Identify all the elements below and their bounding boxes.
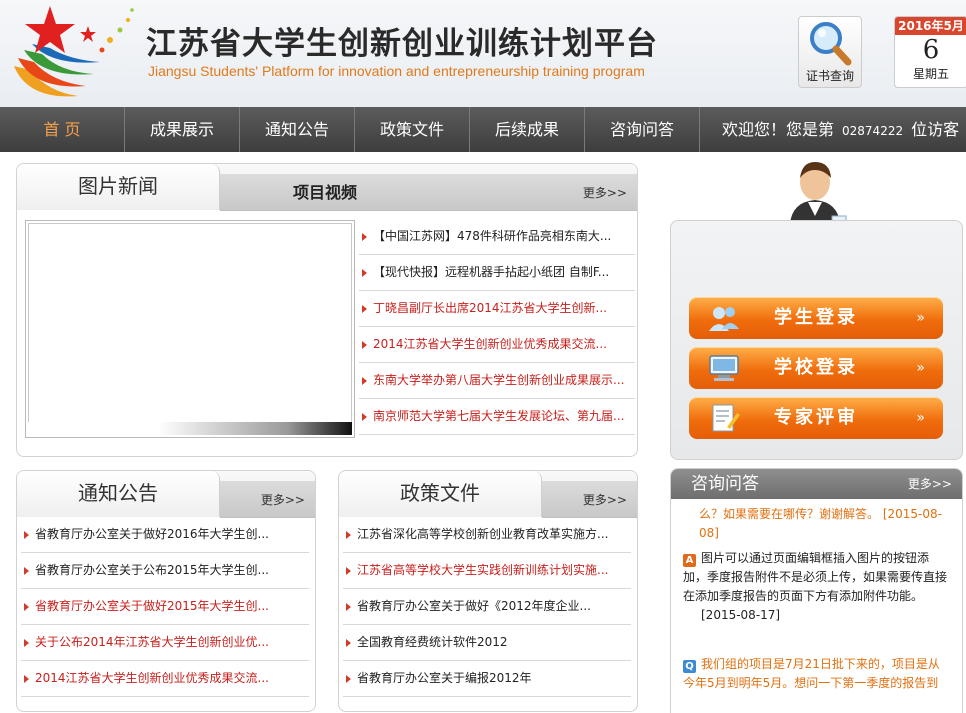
notice-title[interactable]: 通知公告 — [17, 471, 220, 517]
policy-item[interactable]: 省教育厅办公室关于做好《2012年度企业... — [343, 589, 631, 625]
news-item[interactable]: 丁晓昌副厅长出席2014江苏省大学生创新... — [359, 291, 635, 327]
policy-panel: 政策文件 更多>> 江苏省深化高等学校创新创业教育改革实施方... 江苏省高等学… — [338, 470, 638, 712]
date-month: 2016年5月 — [895, 17, 966, 35]
qa-question-text[interactable]: 么？如果需要在哪传？谢谢解答。 [2015-08-08] — [683, 505, 949, 543]
welcome-suffix: 位访客 — [911, 120, 960, 139]
policy-more-link[interactable]: 更多>> — [583, 483, 627, 517]
notice-item[interactable]: 省教育厅办公室关于做好2015年大学生创... — [21, 589, 309, 625]
qa-more-link[interactable]: 更多>> — [908, 469, 952, 499]
news-tab-bar — [220, 174, 637, 211]
qa-answer-text: 图片可以通过页面编辑框插入图片的按钮添加，季度报告附件不是必须上传，如果需要传直… — [683, 551, 948, 603]
nav-home[interactable]: 首 页 — [0, 107, 124, 152]
notice-more-link[interactable]: 更多>> — [261, 483, 305, 517]
certificate-query-button[interactable]: 证书查询 — [798, 16, 862, 88]
news-item[interactable]: 【现代快报】远程机器手拈起小纸团 自制F... — [359, 255, 635, 291]
news-panel: 图片新闻 项目视频 更多>> 【中国江苏网】478件科研作品亮相东南大... 【… — [16, 163, 638, 457]
tab-project-video[interactable]: 项目视频 — [293, 176, 357, 210]
photo-news-slideshow[interactable] — [25, 220, 355, 438]
policy-title[interactable]: 政策文件 — [339, 471, 542, 517]
nav-policies[interactable]: 政策文件 — [355, 107, 469, 152]
qa-header: 咨询问答 更多>> — [671, 469, 962, 499]
news-item[interactable]: 【中国江苏网】478件科研作品亮相东南大... — [359, 219, 635, 255]
qa-question-text: 我们组的项目是7月21日批下来的，项目是从今年5月到明年5月。想问一下第一季度的… — [683, 657, 940, 690]
policy-item[interactable]: 省教育厅办公室关于编报2012年 — [343, 661, 631, 697]
policy-item[interactable]: 全国教育经费统计软件2012 — [343, 625, 631, 661]
certificate-query-label: 证书查询 — [805, 69, 854, 83]
date-day: 6 — [922, 35, 940, 65]
school-login-button[interactable]: 学校登录 » — [689, 347, 943, 389]
nav-consult[interactable]: 咨询问答 — [585, 107, 699, 152]
slideshow-caption-bar — [28, 422, 352, 435]
student-login-label: 学生登录 — [774, 307, 858, 328]
site-subtitle: Jiangsu Students' Platform for innovatio… — [148, 63, 645, 79]
notice-item[interactable]: 关于公布2014年江苏省大学生创新创业优... — [21, 625, 309, 661]
double-chevron-icon: » — [916, 410, 925, 426]
visitor-counter: 欢迎您！您是第 02874222 位访客 — [722, 107, 959, 152]
photo-frame — [28, 223, 352, 435]
star-logo-icon — [14, 6, 134, 97]
date-widget: 2016年5月 6 星期五 — [894, 16, 966, 88]
nav-follow-up[interactable]: 后续成果 — [470, 107, 584, 152]
double-chevron-icon: » — [916, 310, 925, 326]
news-item[interactable]: 南京师范大学第七届大学生发展论坛、第九届... — [359, 399, 635, 435]
expert-review-button[interactable]: 专家评审 » — [689, 397, 943, 439]
site-title: 江苏省大学生创新创业训练计划平台 — [146, 26, 658, 62]
magnifier-icon — [810, 22, 852, 66]
notice-panel: 通知公告 更多>> 省教育厅办公室关于做好2016年大学生创... 省教育厅办公… — [16, 470, 316, 712]
date-weekday: 星期五 — [912, 67, 949, 81]
main-nav: 首 页 成果展示 通知公告 政策文件 后续成果 咨询问答 欢迎您！您是第 0287… — [0, 107, 966, 152]
qa-answer: A 图片可以通过页面编辑框插入图片的按钮添加，季度报告附件不是必须上传，如果需要传… — [683, 549, 949, 625]
answer-badge-icon: A — [683, 554, 696, 567]
visitor-count: 02874222 — [842, 124, 904, 138]
news-item[interactable]: 东南大学举办第八届大学生创新创业成果展示... — [359, 363, 635, 399]
qa-title: 咨询问答 — [691, 474, 759, 494]
news-more-link[interactable]: 更多>> — [583, 176, 627, 210]
welcome-prefix: 欢迎您！您是第 — [722, 120, 835, 139]
policy-item[interactable]: 江苏省高等学校大学生实践创新训练计划实施... — [343, 553, 631, 589]
qa-answer-date: [2015-08-17] — [701, 608, 781, 622]
question-badge-icon: Q — [683, 660, 696, 673]
nav-notices[interactable]: 通知公告 — [240, 107, 354, 152]
notice-item[interactable]: 省教育厅办公室关于公布2015年大学生创... — [21, 553, 309, 589]
qa-panel: 咨询问答 更多>> 么？如果需要在哪传？谢谢解答。 [2015-08-08] A… — [670, 468, 963, 713]
double-chevron-icon: » — [916, 360, 925, 376]
news-item[interactable]: 2014江苏省大学生创新创业优秀成果交流... — [359, 327, 635, 363]
tab-photo-news[interactable]: 图片新闻 — [17, 164, 220, 210]
nav-divider — [699, 107, 700, 152]
login-panel: 学生登录 » 学校登录 » 专家评审 » — [670, 220, 963, 460]
news-list: 【中国江苏网】478件科研作品亮相东南大... 【现代快报】远程机器手拈起小纸团… — [359, 219, 635, 435]
notice-item[interactable]: 省教育厅办公室关于做好2016年大学生创... — [21, 517, 309, 553]
expert-review-label: 专家评审 — [774, 407, 858, 428]
policy-item[interactable]: 江苏省深化高等学校创新创业教育改革实施方... — [343, 517, 631, 553]
notice-item[interactable]: 2014江苏省大学生创新创业优秀成果交流... — [21, 661, 309, 697]
qa-question[interactable]: Q 我们组的项目是7月21日批下来的，项目是从今年5月到明年5月。想问一下第一季度… — [683, 655, 949, 693]
policy-list: 江苏省深化高等学校创新创业教育改革实施方... 江苏省高等学校大学生实践创新训练… — [343, 517, 631, 697]
site-header: 江苏省大学生创新创业训练计划平台 Jiangsu Students' Platf… — [0, 0, 966, 107]
school-login-label: 学校登录 — [774, 357, 858, 378]
nav-achievements[interactable]: 成果展示 — [125, 107, 239, 152]
notice-list: 省教育厅办公室关于做好2016年大学生创... 省教育厅办公室关于公布2015年… — [21, 517, 309, 697]
student-login-button[interactable]: 学生登录 » — [689, 297, 943, 339]
